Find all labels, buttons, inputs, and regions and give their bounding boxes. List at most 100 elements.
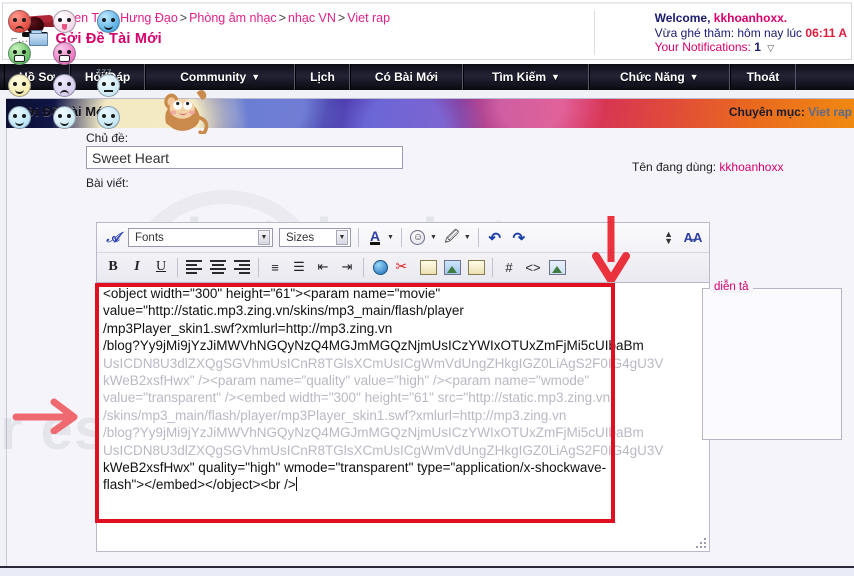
- editor-toolbar: 𝒜 Fonts ▼ Sizes ▼ A ▼ ☺ ▼ 🖉 ▼ ↶ ↷ ▲ ▼ A̶A…: [96, 222, 710, 282]
- align-right-icon[interactable]: [231, 257, 253, 278]
- smiley-icon[interactable]: ☺: [407, 227, 429, 248]
- insert-quote-icon[interactable]: [546, 257, 568, 278]
- chevron-down-icon: ▼: [551, 72, 560, 82]
- section-banner: Gởi Đề Tài Mới Chuyên mục: Viet rap: [6, 98, 854, 128]
- message-line: UsICDN8U3dlZXQgSGVhmUsICnR8TGlsXCmUsICgW…: [103, 355, 664, 371]
- bold-button[interactable]: B: [102, 257, 124, 278]
- unordered-list-icon[interactable]: ☰: [288, 257, 310, 278]
- chevron-down-icon[interactable]: ▽: [767, 41, 774, 56]
- message-line: UsICDN8U3dlZXQgSGVhmUsICnR8TGlsXCmUsICgW…: [103, 442, 664, 458]
- message-line: /blog?Yy9jMi9jYzJiMWVhNGQyNzQ4MGJmMGQzNj…: [103, 338, 644, 354]
- ordered-list-icon[interactable]: ≡: [264, 257, 286, 278]
- message-label: Bài viết:: [86, 176, 129, 190]
- insert-link-icon[interactable]: [369, 257, 391, 278]
- last-visit-line: Vừa ghé thăm: hôm nay lúc 06:11 A: [655, 26, 847, 41]
- font-family-value: Fonts: [135, 231, 164, 244]
- message-line: kWeB2xsfHwx" /><param name="quality" val…: [103, 373, 590, 389]
- chevron-down-icon[interactable]: ▼: [387, 234, 394, 241]
- chevron-down-icon: ▼: [251, 72, 261, 82]
- banner-category-value: Viet rap: [808, 105, 852, 119]
- message-content: <object width="300" height="61"><param n…: [103, 285, 703, 494]
- underline-button[interactable]: U: [150, 257, 172, 278]
- italic-button[interactable]: I: [126, 257, 148, 278]
- notifications-line[interactable]: Your Notifications: 1 ▽: [655, 40, 847, 56]
- chevron-down-icon: ▼: [336, 230, 348, 245]
- monkey-sticker[interactable]: [97, 42, 209, 134]
- toolbar-row-1: 𝒜 Fonts ▼ Sizes ▼ A ▼ ☺ ▼ 🖉 ▼ ↶ ↷ ▲ ▼ A̶A: [97, 223, 709, 252]
- smiley-grid: ʒʒʒ: [8, 10, 209, 134]
- nav-item-lich[interactable]: Lịch: [295, 64, 350, 90]
- notifications-label: Your Notifications:: [654, 40, 751, 54]
- align-center-icon[interactable]: [207, 257, 229, 278]
- remove-link-icon[interactable]: [393, 257, 415, 278]
- notifications-count: 1: [754, 40, 761, 54]
- last-visit-time: 06:11 A: [805, 25, 847, 40]
- nav-label: Lịch: [310, 70, 335, 84]
- nav-label: Có Bài Mới: [374, 70, 439, 84]
- undo-icon[interactable]: ↶: [484, 227, 506, 248]
- align-left-icon[interactable]: [183, 257, 205, 278]
- smiley-lilac-sad-face[interactable]: [52, 74, 76, 97]
- insert-image-icon[interactable]: [441, 257, 463, 278]
- breadcrumb-item-1[interactable]: Phòng âm nhạc: [189, 11, 277, 25]
- smiley-sleepy-zzz-face[interactable]: ʒʒʒ: [96, 67, 121, 97]
- breadcrumb-item-3[interactable]: Viet rap: [347, 11, 390, 25]
- subject-label: Chủ đề:: [86, 131, 129, 145]
- smiley-crying-face[interactable]: [8, 106, 31, 129]
- breadcrumb-item-2[interactable]: nhạc VN: [288, 11, 336, 25]
- nav-item-co-bai-moi[interactable]: Có Bài Mới: [349, 64, 464, 90]
- text-caret: [295, 477, 297, 492]
- message-textarea[interactable]: <object width="300" height="61"><param n…: [96, 282, 710, 552]
- font-color-icon[interactable]: A: [364, 227, 386, 248]
- chevron-down-icon[interactable]: ▼: [430, 234, 437, 241]
- toolbar-row-2: B I U ≡ ☰ ⇤ ⇥ # <>: [97, 252, 709, 281]
- smiley-pink-grin-face[interactable]: [52, 42, 76, 65]
- indent-icon[interactable]: ⇥: [336, 257, 358, 278]
- smiley-blue-wink-face[interactable]: [97, 10, 121, 33]
- message-line: /mp3Player_skin1.swf?xmlurl=http://mp3.z…: [103, 320, 393, 336]
- insert-code-icon[interactable]: <>: [522, 257, 544, 278]
- breadcrumb-sep: >: [179, 11, 188, 25]
- toggle-editor-icon[interactable]: A̶A: [682, 227, 704, 248]
- bold-label: B: [108, 259, 118, 274]
- chevron-down-icon: ▼: [689, 72, 699, 82]
- expand-collapse-icon[interactable]: ▲ ▼: [664, 229, 673, 245]
- redo-icon[interactable]: ↷: [508, 227, 530, 248]
- nav-item-chuc-nang[interactable]: Chức Năng ▼: [588, 64, 730, 90]
- insert-video-icon[interactable]: [465, 257, 487, 278]
- remove-formatting-icon[interactable]: 𝒜: [102, 227, 124, 248]
- breadcrumb-sep: >: [337, 11, 346, 25]
- subject-input[interactable]: [86, 146, 403, 169]
- nav-label: Chức Năng: [619, 70, 685, 84]
- message-line: value="http://static.mp3.zing.vn/skins/m…: [103, 303, 464, 319]
- smiley-shocked-face[interactable]: [97, 106, 121, 129]
- monkey-sticker-svg: [164, 90, 209, 134]
- insert-email-icon[interactable]: [417, 257, 439, 278]
- message-line: flash"></embed></object><br />: [103, 477, 297, 493]
- banner-category: Chuyên mục: Viet rap: [729, 105, 852, 119]
- nav-item-tim-kiem[interactable]: Tìm Kiếm ▼: [463, 64, 589, 90]
- smiley-tongue-out-face[interactable]: [52, 10, 76, 33]
- message-line: value="transparent" /><embed width="300"…: [103, 390, 611, 406]
- banner-category-label: Chuyên mục:: [728, 105, 805, 119]
- welcome-line: Welcome, kkhoanhoxx.: [655, 11, 847, 26]
- smiley-green-grin-face[interactable]: [8, 42, 31, 65]
- chevron-down-icon[interactable]: ▼: [464, 234, 471, 241]
- outdent-icon[interactable]: ⇤: [312, 257, 334, 278]
- username-label: Tên đang dùng:: [632, 160, 717, 174]
- nav-item-thoat[interactable]: Thoát: [729, 64, 797, 90]
- welcome-prefix: Welcome,: [654, 11, 711, 25]
- welcome-username[interactable]: kkhoanhoxx.: [714, 11, 787, 25]
- font-size-select[interactable]: Sizes ▼: [279, 228, 351, 247]
- message-line: /skins/mp3_main/flash/player/mp3Player_s…: [103, 407, 567, 423]
- paperclip-icon[interactable]: 🖉: [441, 227, 463, 248]
- font-family-select[interactable]: Fonts ▼: [128, 228, 273, 247]
- smiley-yellow-smile-face[interactable]: [8, 74, 31, 97]
- nav-label: Tìm Kiếm: [492, 70, 547, 84]
- smiley-sweat-face[interactable]: [52, 106, 76, 129]
- smiley-angry-red-face[interactable]: [8, 10, 31, 33]
- username-value: kkhoanhoxx: [719, 160, 784, 174]
- italic-label: I: [134, 259, 140, 274]
- insert-php-icon[interactable]: #: [498, 257, 520, 278]
- resize-handle[interactable]: [694, 536, 706, 548]
